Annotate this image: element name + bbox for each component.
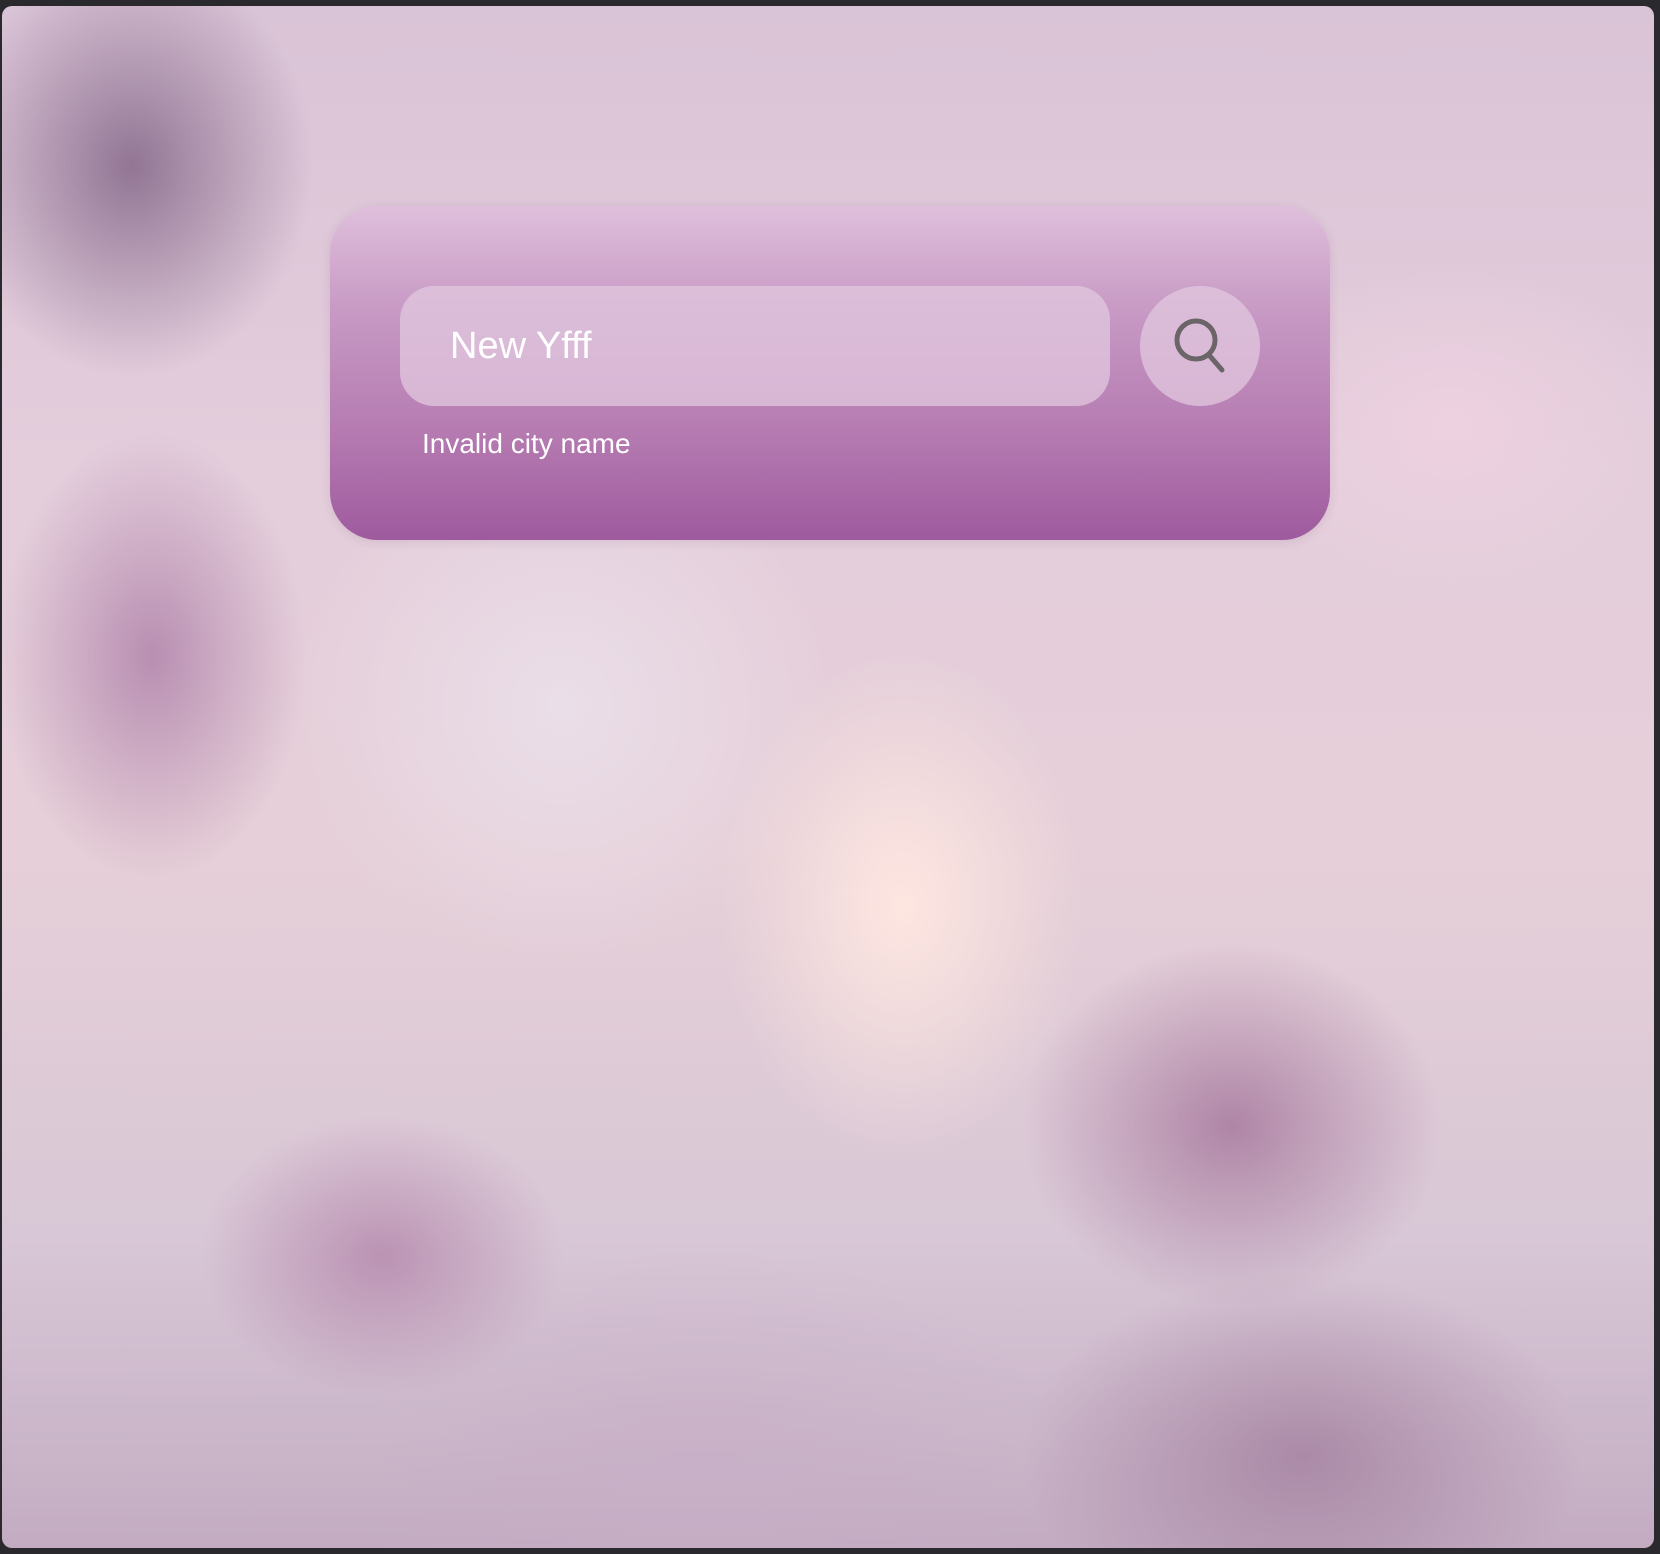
error-message: Invalid city name xyxy=(422,428,631,459)
city-search-input[interactable] xyxy=(400,286,1110,406)
weather-search-card: Invalid city name xyxy=(330,206,1330,540)
search-button[interactable] xyxy=(1140,286,1260,406)
app-window: Invalid city name xyxy=(2,6,1654,1548)
search-icon xyxy=(1172,316,1228,376)
